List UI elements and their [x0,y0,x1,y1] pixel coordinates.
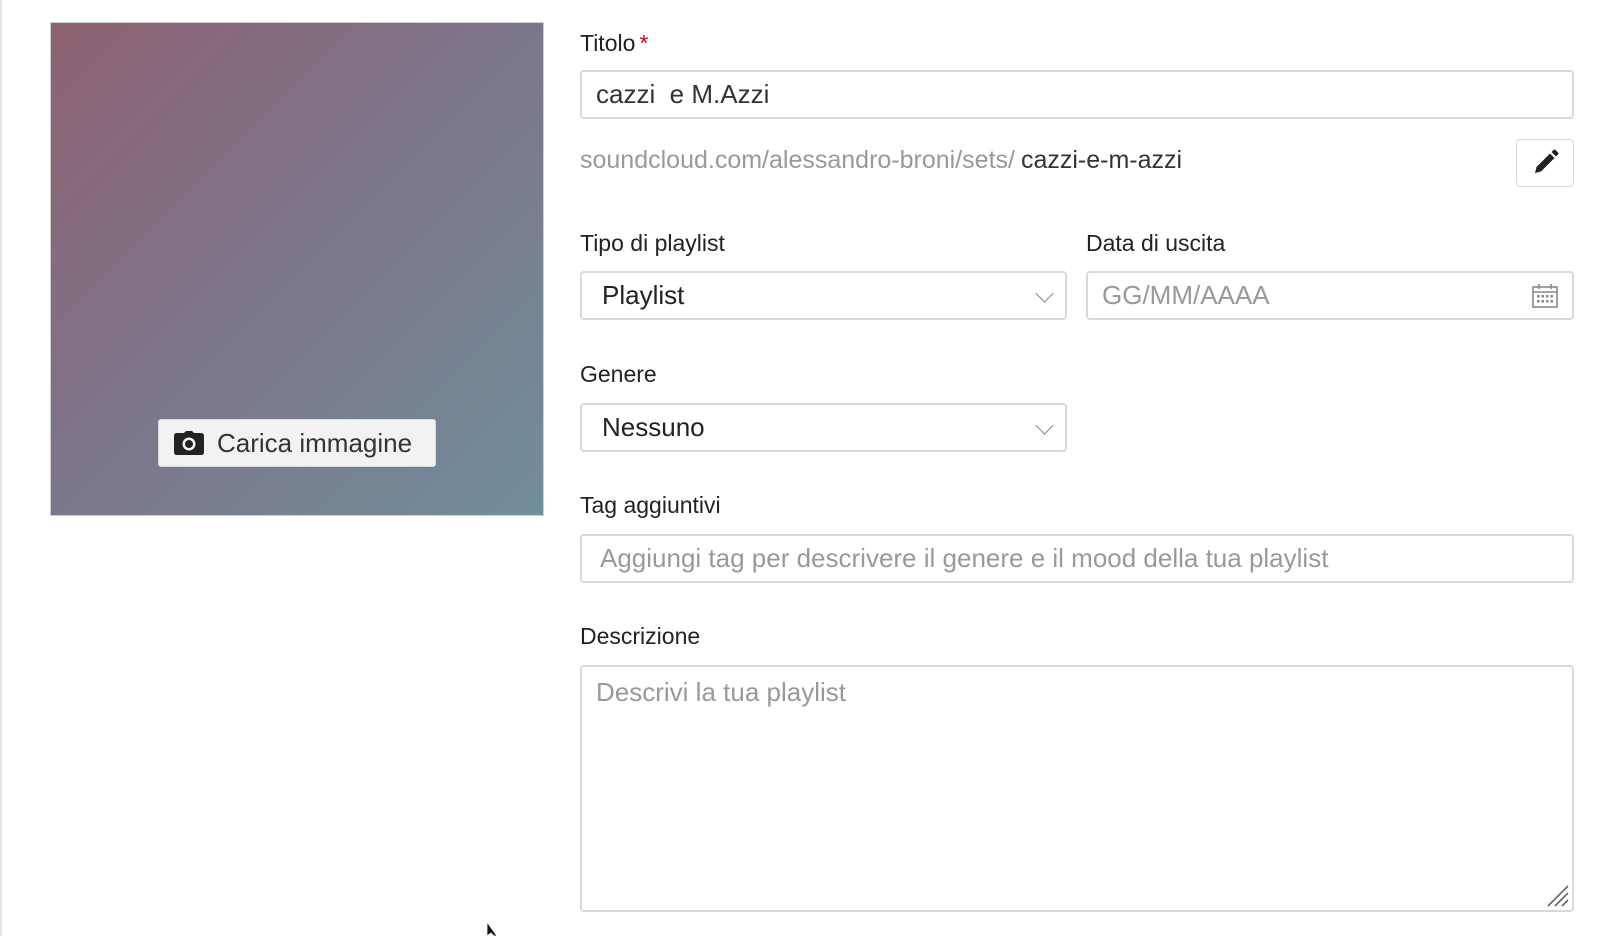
playlist-type-select[interactable]: Playlist [580,271,1067,320]
required-marker: * [639,30,649,56]
permalink-base: soundcloud.com/alessandro-broni/sets/ [580,146,1015,174]
camera-icon [173,429,205,457]
chevron-down-icon [1035,283,1054,303]
tags-label: Tag aggiuntivi [580,492,721,518]
release-date-placeholder: GG/MM/AAAA [1102,280,1270,310]
playlist-type-label: Tipo di playlist [580,230,725,256]
title-input-value: cazzi e M.Azzi [596,79,770,109]
release-date-input[interactable]: GG/MM/AAAA [1086,271,1574,320]
description-placeholder: Descrivi la tua playlist [596,677,846,707]
resize-grip-icon[interactable] [1544,882,1570,908]
permalink-slug: cazzi-e-m-azzi [1020,146,1183,174]
edit-permalink-button[interactable] [1516,139,1574,187]
mouse-cursor-icon [486,922,498,936]
tags-placeholder: Aggiungi tag per descrivere il genere e … [600,543,1329,573]
release-date-label: Data di uscita [1086,230,1226,256]
left-divider [0,0,2,936]
calendar-icon [1532,283,1558,308]
pencil-icon [1535,149,1559,173]
genre-value: Nessuno [602,412,705,442]
permalink: soundcloud.com/alessandro-broni/sets/ ca… [580,146,1182,175]
description-textarea[interactable]: Descrivi la tua playlist [580,665,1574,912]
playlist-type-value: Playlist [602,280,685,310]
title-input[interactable]: cazzi e M.Azzi [580,70,1574,119]
genre-select[interactable]: Nessuno [580,403,1067,452]
upload-image-label: Carica immagine [217,427,413,458]
genre-label: Genere [580,361,657,387]
tags-input[interactable]: Aggiungi tag per descrivere il genere e … [580,534,1574,583]
title-label: Titolo * [580,30,648,57]
title-label-text: Titolo [580,30,636,56]
chevron-down-icon [1035,415,1054,435]
upload-image-button[interactable]: Carica immagine [158,419,436,467]
description-label: Descrizione [580,623,701,649]
playlist-edit-form: Carica immagine Titolo * cazzi e M.Azzi s… [0,0,1624,936]
